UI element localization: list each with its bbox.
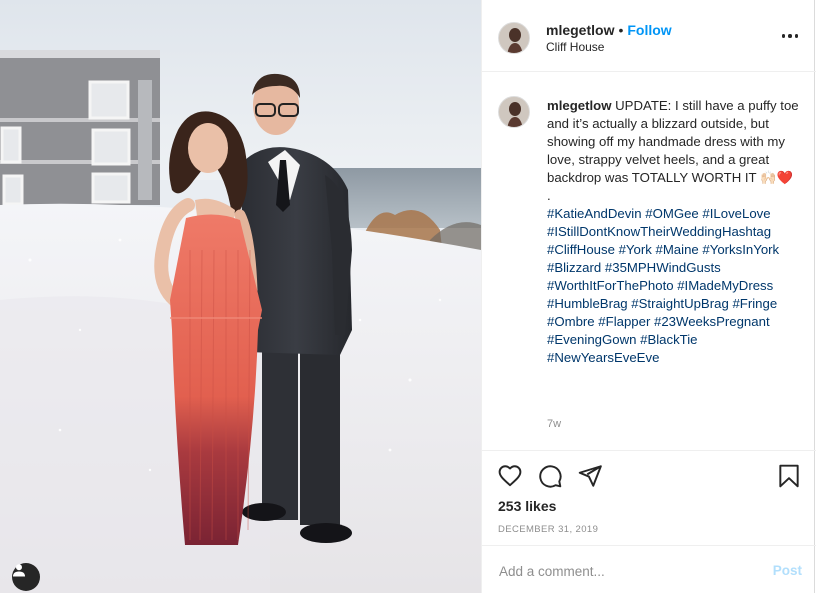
location-link[interactable]: Cliff House (546, 40, 604, 54)
caption-section: mlegetlow UPDATE: I still have a puffy t… (482, 73, 816, 451)
action-bar (482, 451, 816, 493)
user-tag-icon (13, 564, 25, 577)
photo-scene (0, 0, 481, 593)
caption-hashtags[interactable]: #KatieAndDevin #OMGee #ILoveLove #IStill… (547, 206, 779, 365)
header-username-row: mlegetlow • Follow (546, 22, 672, 38)
caption-time-ago[interactable]: 7w (547, 418, 561, 430)
post-photo[interactable] (0, 0, 481, 593)
more-options-button[interactable] (778, 26, 802, 46)
header-username[interactable]: mlegetlow (546, 22, 614, 38)
follow-button[interactable]: Follow (627, 22, 671, 38)
avatar-image (499, 23, 529, 53)
save-button[interactable] (776, 463, 802, 489)
post-header: mlegetlow • Follow Cliff House (482, 0, 816, 72)
avatar-image (499, 97, 529, 127)
share-icon (578, 465, 602, 487)
avatar[interactable] (498, 22, 530, 54)
caption-dot: . (547, 188, 551, 203)
post-details-panel: mlegetlow • Follow Cliff House mlegetlow U… (481, 0, 816, 593)
bookmark-icon (779, 464, 799, 488)
post-date[interactable]: DECEMBER 31, 2019 (498, 524, 598, 535)
comment-icon (539, 465, 562, 488)
likes-count[interactable]: 253 likes (498, 498, 556, 514)
like-button[interactable] (497, 463, 523, 489)
caption-avatar[interactable] (498, 96, 530, 128)
comment-box: Post (482, 545, 816, 593)
separator-dot: • (618, 22, 624, 38)
more-options-icon (781, 34, 799, 38)
share-button[interactable] (577, 463, 603, 489)
caption-text: mlegetlow UPDATE: I still have a puffy t… (547, 97, 805, 367)
comment-input[interactable] (497, 560, 761, 582)
heart-icon (498, 465, 522, 487)
user-tag-button[interactable] (12, 563, 40, 591)
caption-username[interactable]: mlegetlow (547, 98, 611, 113)
post-comment-button[interactable]: Post (773, 563, 802, 578)
caption-emoji: 🙌🏻❤️ (760, 170, 793, 185)
comment-button[interactable] (537, 463, 563, 489)
